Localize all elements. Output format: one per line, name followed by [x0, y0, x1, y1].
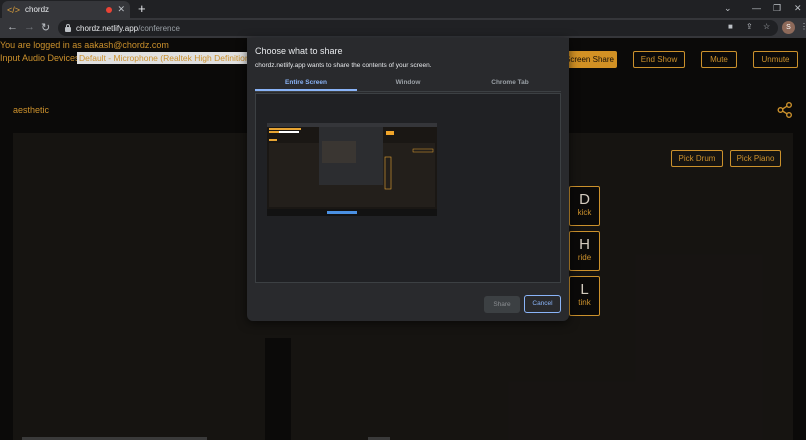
browser-toolbar: ← → ↻ chordz.netlify.app /conference ■ ⇪… [0, 18, 806, 38]
url-host: chordz.netlify.app [76, 23, 139, 33]
tab-chrome-tab[interactable]: Chrome Tab [459, 78, 561, 91]
new-tab-button[interactable]: + [138, 2, 146, 15]
tab-entire-screen[interactable]: Entire Screen [255, 78, 357, 91]
url-path: /conference [138, 23, 180, 33]
share-page-icon[interactable]: ⇪ [746, 22, 753, 31]
browser-tab[interactable]: </> chordz ✕ [2, 1, 130, 18]
minimize-icon[interactable]: — [752, 3, 761, 13]
share-screen-dialog: Choose what to share chordz.netlify.app … [247, 38, 569, 321]
cancel-button[interactable]: Cancel [524, 295, 561, 313]
close-window-icon[interactable]: ✕ [794, 3, 802, 14]
chevron-down-icon[interactable]: ⌄ [724, 3, 732, 14]
profile-avatar[interactable]: S [782, 21, 795, 34]
tab-title: chordz [25, 5, 50, 14]
share-source-tabs: Entire Screen Window Chrome Tab [255, 78, 561, 92]
screen-thumbnail[interactable] [267, 119, 437, 216]
bookmark-star-icon[interactable]: ☆ [763, 22, 770, 31]
forward-icon[interactable]: → [24, 21, 35, 33]
share-button[interactable]: Share [484, 296, 520, 313]
restore-icon[interactable]: ❐ [773, 3, 781, 14]
back-icon[interactable]: ← [7, 21, 18, 33]
camera-icon[interactable]: ■ [728, 22, 733, 31]
dialog-subtitle: chordz.netlify.app wants to share the co… [255, 62, 432, 69]
recording-icon [106, 6, 113, 13]
tab-window[interactable]: Window [357, 78, 459, 91]
lock-icon [65, 23, 71, 32]
code-icon: </> [7, 4, 21, 15]
dialog-title: Choose what to share [255, 46, 343, 56]
close-icon[interactable]: ✕ [117, 4, 125, 15]
reload-icon[interactable]: ↻ [41, 21, 50, 34]
address-bar[interactable]: chordz.netlify.app /conference [58, 20, 778, 36]
browser-tab-strip: </> chordz ✕ + ⌄ — ❐ ✕ [0, 0, 806, 18]
source-list [255, 93, 561, 283]
menu-dots-icon[interactable]: ⋮ [800, 22, 806, 31]
